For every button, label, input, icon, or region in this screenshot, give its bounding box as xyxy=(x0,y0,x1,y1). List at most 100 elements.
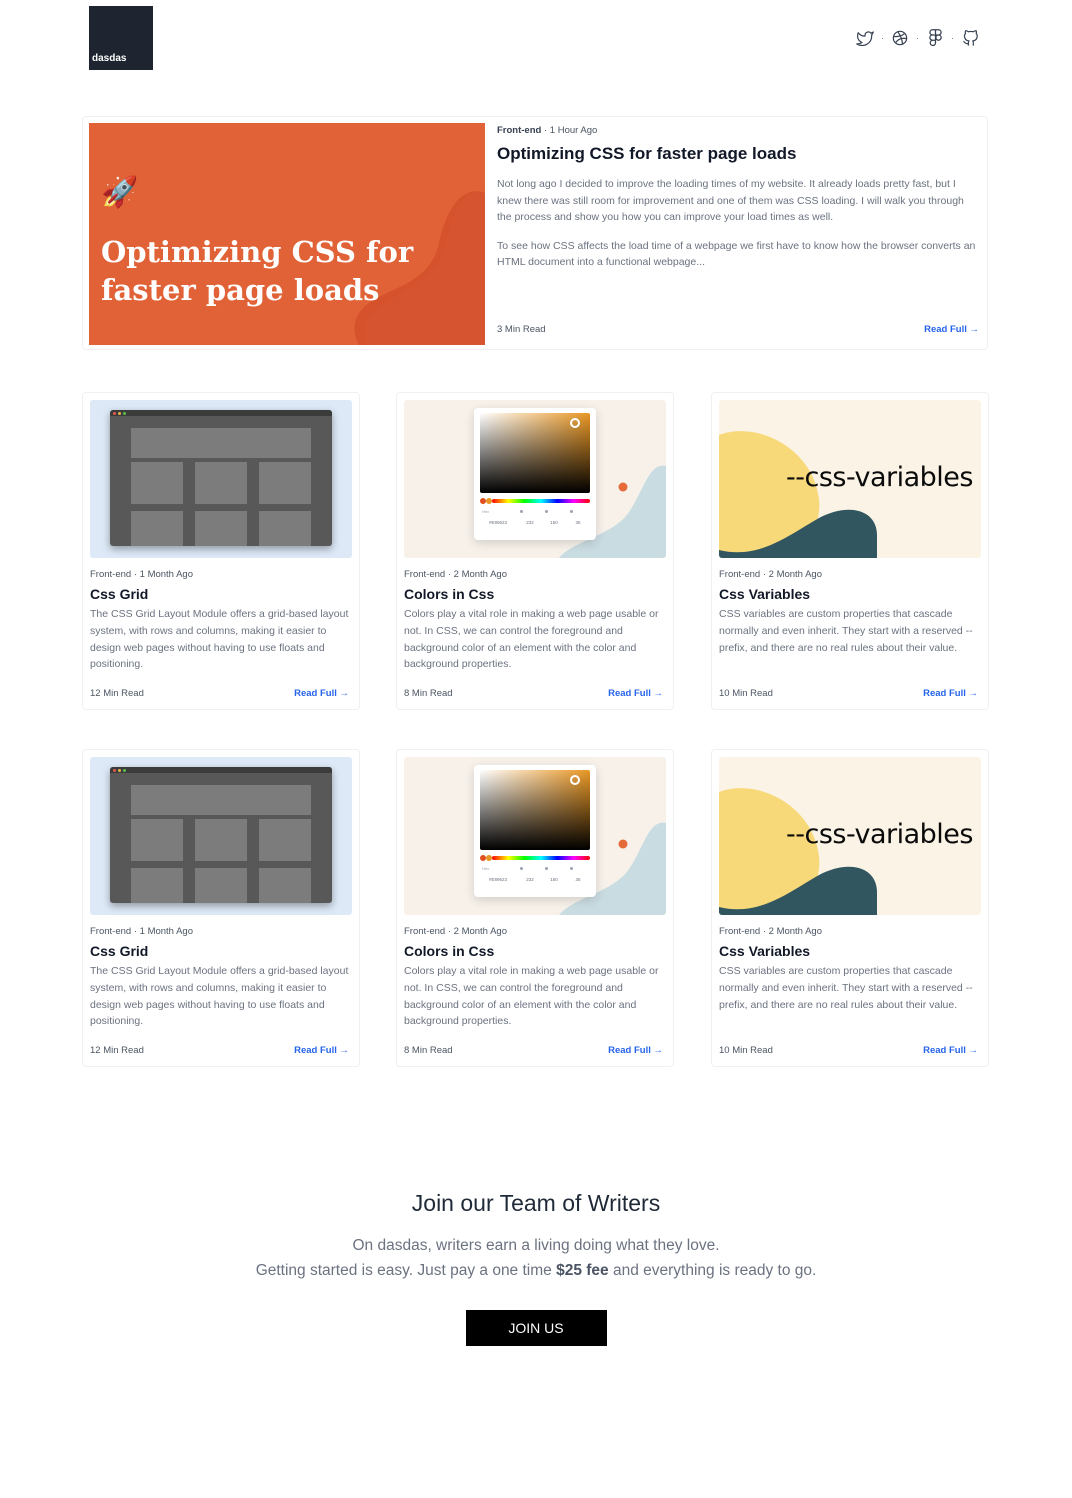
read-full-link[interactable]: Read Full → xyxy=(608,688,663,699)
featured-body: Front-end · 1 Hour Ago Optimizing CSS fo… xyxy=(497,125,977,271)
article-card[interactable]: Front-end · 1 Month Ago Css Grid The CSS G… xyxy=(82,749,360,1067)
article-time: 1 Month Ago xyxy=(139,569,193,580)
article-category[interactable]: Front-end xyxy=(90,926,131,937)
article-read-time: 10 Min Read xyxy=(719,1045,773,1056)
color-picker-b: 35 xyxy=(575,877,581,882)
article-excerpt: The CSS Grid Layout Module offers a grid… xyxy=(90,965,349,1028)
color-picker-hex: #E89623 xyxy=(488,520,508,525)
article-thumbnail[interactable]: Hex #E89623 232 150 35 xyxy=(404,400,666,558)
github-icon[interactable] xyxy=(960,28,980,48)
read-full-link[interactable]: Read Full → xyxy=(608,1045,663,1056)
css-variables-label: --css-variables xyxy=(786,462,973,493)
article-meta: Front-end · 2 Month Ago xyxy=(404,926,668,937)
article-card[interactable]: Front-end · 1 Month Ago Css Grid The CSS G… xyxy=(82,392,360,710)
article-card[interactable]: --css-variables Front-end · 2 Month Ago C… xyxy=(711,392,989,710)
article-meta: Front-end · 2 Month Ago xyxy=(719,926,983,937)
meta-separator: · xyxy=(133,926,137,937)
article-card[interactable]: Hex #E89623 232 150 35 Front-end · 2 Mon… xyxy=(396,749,674,1067)
article-time: 1 Month Ago xyxy=(139,926,193,937)
article-excerpt: Colors play a vital role in making a web… xyxy=(404,608,659,671)
featured-image[interactable]: 🚀 Optimizing CSS for faster page loads xyxy=(89,123,485,345)
cta-line-2: Getting started is easy. Just pay a one … xyxy=(0,1258,1072,1283)
join-writers-section: Join our Team of Writers On dasdas, writ… xyxy=(0,1190,1072,1346)
read-full-link[interactable]: Read Full → xyxy=(923,688,978,699)
meta-separator: · xyxy=(543,125,548,136)
featured-title[interactable]: Optimizing CSS for faster page loads xyxy=(497,144,977,164)
css-variables-label: --css-variables xyxy=(786,819,973,850)
color-picker-hex-label: Hex xyxy=(482,509,490,514)
article-title[interactable]: Css Variables xyxy=(719,943,983,959)
article-category[interactable]: Front-end xyxy=(719,926,760,937)
read-full-link[interactable]: Read Full → xyxy=(294,688,349,699)
article-footer: 12 Min Read Read Full → xyxy=(90,688,349,699)
article-title[interactable]: Colors in Css xyxy=(404,586,668,602)
article-category[interactable]: Front-end xyxy=(90,569,131,580)
article-title[interactable]: Colors in Css xyxy=(404,943,668,959)
cta-line-1: On dasdas, writers earn a living doing w… xyxy=(352,1237,720,1254)
site-logo[interactable]: dasdas xyxy=(89,6,153,70)
featured-read-full-link[interactable]: Read Full → xyxy=(924,324,979,335)
featured-footer: 3 Min Read Read Full → xyxy=(497,324,979,335)
rocket-icon: 🚀 xyxy=(101,176,139,209)
figma-icon[interactable] xyxy=(925,28,945,48)
meta-separator: · xyxy=(447,926,451,937)
cta-heading: Join our Team of Writers xyxy=(411,1190,661,1216)
article-card[interactable]: Hex #E89623 232 150 35 Front-end · 2 Mon… xyxy=(396,392,674,710)
article-category[interactable]: Front-end xyxy=(404,926,445,937)
article-footer: 8 Min Read Read Full → xyxy=(404,688,663,699)
logo-text: dasdas xyxy=(92,53,127,64)
article-footer: 12 Min Read Read Full → xyxy=(90,1045,349,1056)
featured-time: 1 Hour Ago xyxy=(549,125,598,136)
article-thumbnail[interactable]: --css-variables xyxy=(719,400,981,558)
article-read-time: 12 Min Read xyxy=(90,688,144,699)
cta-subtext: On dasdas, writers earn a living doing w… xyxy=(0,1233,1072,1283)
color-picker-g: 150 xyxy=(550,520,558,525)
read-full-link[interactable]: Read Full → xyxy=(294,1045,349,1056)
featured-article[interactable]: 🚀 Optimizing CSS for faster page loads F… xyxy=(82,116,988,350)
article-excerpt: CSS variables are custom properties that… xyxy=(719,965,973,1011)
featured-read-time: 3 Min Read xyxy=(497,324,546,335)
cta-line-2-after: and everything is ready to go. xyxy=(608,1262,817,1279)
featured-excerpt-1: Not long ago I decided to improve the lo… xyxy=(497,178,964,223)
article-body: Front-end · 2 Month Ago Colors in Css Colo… xyxy=(404,926,668,1030)
dribbble-icon[interactable] xyxy=(890,28,910,48)
join-us-button[interactable]: JOIN US xyxy=(465,1310,607,1346)
article-category[interactable]: Front-end xyxy=(719,569,760,580)
article-body: Front-end · 2 Month Ago Css Variables CSS … xyxy=(719,926,983,1013)
social-links: · · · xyxy=(855,28,980,48)
read-full-link[interactable]: Read Full → xyxy=(923,1045,978,1056)
cta-line-2-before: Getting started is easy. Just pay a one … xyxy=(255,1262,557,1279)
article-category[interactable]: Front-end xyxy=(404,569,445,580)
article-meta: Front-end · 2 Month Ago xyxy=(404,569,668,580)
article-title[interactable]: Css Variables xyxy=(719,586,983,602)
article-footer: 10 Min Read Read Full → xyxy=(719,688,978,699)
cta-fee: $25 fee xyxy=(556,1262,609,1279)
separator: · xyxy=(881,33,884,43)
meta-separator: · xyxy=(762,569,766,580)
article-time: 2 Month Ago xyxy=(768,569,822,580)
featured-excerpt-2: To see how CSS affects the load time of … xyxy=(497,239,976,269)
color-picker-r: 232 xyxy=(526,520,534,525)
article-excerpt: CSS variables are custom properties that… xyxy=(719,608,973,654)
article-thumbnail[interactable] xyxy=(90,757,352,915)
twitter-icon[interactable] xyxy=(855,28,875,48)
color-picker-hex-label: Hex xyxy=(482,866,490,871)
article-title[interactable]: Css Grid xyxy=(90,943,354,959)
featured-category[interactable]: Front-end xyxy=(497,125,541,136)
article-thumbnail[interactable] xyxy=(90,400,352,558)
separator: · xyxy=(916,33,919,43)
article-card[interactable]: --css-variables Front-end · 2 Month Ago C… xyxy=(711,749,989,1067)
article-read-time: 10 Min Read xyxy=(719,688,773,699)
article-title[interactable]: Css Grid xyxy=(90,586,354,602)
article-thumbnail[interactable]: --css-variables xyxy=(719,757,981,915)
meta-separator: · xyxy=(447,569,451,580)
featured-image-title: Optimizing CSS for faster page loads xyxy=(101,235,414,307)
meta-separator: · xyxy=(762,926,766,937)
article-footer: 10 Min Read Read Full → xyxy=(719,1045,978,1056)
article-time: 2 Month Ago xyxy=(453,569,507,580)
color-picker-g: 150 xyxy=(550,877,558,882)
article-body: Front-end · 2 Month Ago Colors in Css Colo… xyxy=(404,569,668,673)
color-picker-r: 232 xyxy=(526,877,534,882)
article-thumbnail[interactable]: Hex #E89623 232 150 35 xyxy=(404,757,666,915)
article-read-time: 12 Min Read xyxy=(90,1045,144,1056)
